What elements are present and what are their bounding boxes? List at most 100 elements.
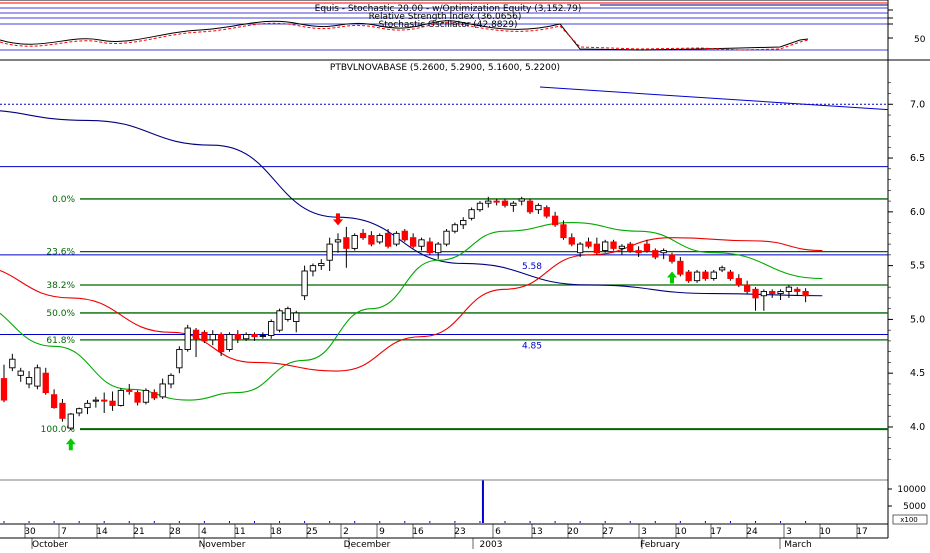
date-tick-label: 21 (133, 527, 144, 537)
candle-body (92, 399, 100, 402)
candle-body (50, 394, 58, 409)
candle-body (560, 224, 567, 239)
date-tick-label: 6 (495, 527, 501, 537)
date-tick-label: 25 (306, 527, 317, 537)
candle-body (460, 219, 467, 226)
date-tick-label: 27 (602, 527, 613, 537)
candle-body (284, 308, 292, 320)
date-tick-label: 2 (343, 527, 349, 537)
date-tick-label: 3 (786, 527, 792, 537)
candle-body (301, 270, 308, 297)
price-tick-label: 4.0 (910, 422, 925, 433)
candle-body (343, 237, 350, 249)
date-tick-label: 4 (201, 527, 207, 537)
price-tick-label: 5.5 (910, 261, 925, 272)
candle-body (268, 321, 275, 336)
fibonacci-label: 38.2% (46, 281, 75, 291)
candle-body (117, 389, 125, 406)
candle-body (201, 331, 208, 342)
candle-body (59, 402, 66, 419)
price-tick-label: 6.0 (910, 207, 925, 218)
candle-body (109, 400, 116, 406)
down-arrow (333, 213, 343, 226)
month-label: February (640, 540, 681, 549)
date-tick-label: 13 (531, 527, 542, 537)
candle-body (535, 204, 542, 211)
candle-body (451, 224, 459, 232)
candle-body (209, 334, 216, 341)
candle-body (192, 329, 200, 340)
month-label: 2003 (480, 540, 503, 549)
candle-body (401, 230, 408, 241)
date-tick-label: 3 (641, 527, 647, 537)
candle-body (259, 335, 266, 337)
month-axis: October November December 2003 February March (31, 538, 812, 550)
date-tick-label: 30 (24, 527, 36, 537)
date-tick-label: 28 (169, 527, 181, 537)
fibonacci-label: 50.0% (46, 309, 75, 319)
top-right-ticks (888, 9, 893, 39)
candle-body (34, 367, 41, 387)
indicator-panel: Equis - Stochastic 20.00 - w/Optimizatio… (0, 2, 926, 51)
candle-body (276, 310, 283, 331)
candle-body (501, 200, 509, 206)
up-arrow (65, 438, 76, 451)
date-tick-label: 10 (675, 527, 687, 537)
candle-body (359, 232, 367, 239)
candle-body (176, 349, 183, 369)
candle-body (17, 370, 24, 376)
stock-chart: Equis - Stochastic 20.00 - w/Optimizatio… (0, 0, 930, 550)
price-tick-label: 7.0 (910, 99, 925, 110)
candle-body (660, 250, 667, 254)
date-tick-label: 14 (96, 527, 108, 537)
volume-tick-label: 10000 (897, 485, 926, 495)
candle-body (234, 334, 241, 340)
up-arrow (667, 271, 677, 284)
candle-body (435, 243, 442, 254)
chart-stage: Equis - Stochastic 20.00 - w/Optimizatio… (0, 0, 930, 550)
candle-body (126, 389, 133, 392)
candle-body (718, 267, 726, 271)
price-axis: 7.0 6.5 6.0 5.5 5.0 4.5 4.0 (0, 82, 925, 460)
candle-body (0, 378, 8, 401)
candle-body (610, 241, 617, 249)
price-tick-label: 6.5 (910, 153, 925, 164)
candle-body (251, 334, 258, 338)
volume-multiplier-label: x100 (900, 516, 918, 524)
candle-body (577, 243, 584, 254)
date-tick-label: 16 (412, 527, 424, 537)
candle-body (485, 200, 492, 204)
candle-body (418, 239, 425, 247)
candle-body (602, 241, 609, 252)
candle-body (184, 327, 191, 350)
candle-body (142, 389, 150, 403)
candle-body (510, 202, 517, 206)
candle-body (9, 358, 16, 369)
moving-average-line (0, 222, 823, 401)
candle-body (426, 241, 433, 254)
trend-line (539, 86, 889, 111)
candle-body (727, 271, 734, 279)
candle-body (410, 237, 417, 247)
date-tick-label: 9 (379, 527, 385, 537)
date-tick-label: 7 (61, 527, 67, 537)
candle-body (618, 245, 626, 249)
horizontal-lines: 5.58 4.85 (0, 254, 888, 351)
horizontal-line-label: 5.58 (522, 262, 542, 272)
candle-body (384, 232, 392, 247)
candle-body (551, 215, 559, 226)
candle-body (393, 232, 400, 245)
candle-body (760, 290, 768, 297)
candle-body (685, 271, 692, 282)
month-label: December (344, 540, 391, 549)
candle-body (25, 377, 33, 385)
instrument-ohlc-label: PTBVLNOVABASE (5.2600, 5.2900, 5.1600, 5… (330, 63, 560, 73)
indicator-axis-tick: 50 (914, 35, 926, 45)
candle-body (735, 278, 742, 286)
moving-average-line (0, 237, 823, 372)
candle-body (318, 263, 325, 267)
date-axis: 30 7 14 21 28 4 11 18 25 2 9 16 23 6 13 20 27 3 10 17 24 3 10 1… (24, 524, 868, 538)
month-label: March (784, 540, 811, 549)
date-tick-label: 18 (270, 527, 282, 537)
price-tick-label: 5.0 (910, 314, 925, 325)
